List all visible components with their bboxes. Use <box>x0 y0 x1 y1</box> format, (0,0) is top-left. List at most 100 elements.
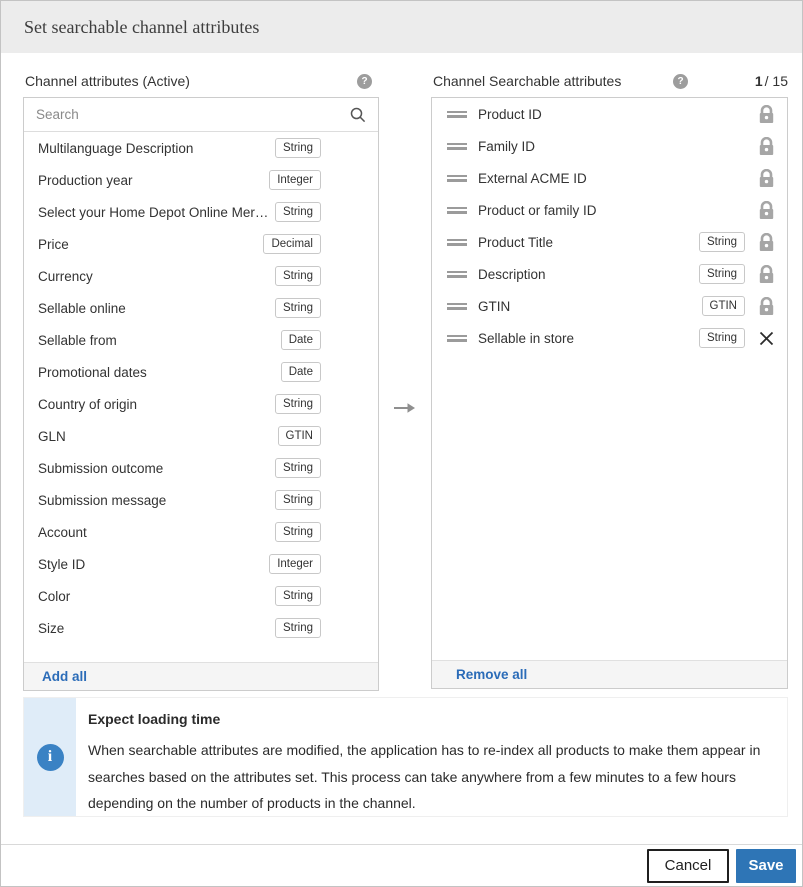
type-badge: String <box>699 232 745 252</box>
drag-handle-icon[interactable] <box>447 269 467 280</box>
search-icon[interactable] <box>350 107 366 123</box>
attribute-label: Currency <box>38 269 275 284</box>
lock-icon <box>757 297 775 316</box>
drag-handle-icon[interactable] <box>447 173 467 184</box>
info-icon-column: i <box>24 698 76 816</box>
drag-handle-icon[interactable] <box>447 301 467 312</box>
attribute-row[interactable]: Sellable fromDate <box>24 324 378 356</box>
attribute-label: Price <box>38 237 263 252</box>
help-icon[interactable]: ? <box>357 74 372 89</box>
attribute-row[interactable]: Multilanguage DescriptionString <box>24 132 378 164</box>
lock-icon <box>757 265 775 284</box>
drag-handle-icon[interactable] <box>447 333 467 344</box>
dialog-title: Set searchable channel attributes <box>24 17 259 38</box>
type-badge: String <box>275 394 321 414</box>
info-body: When searchable attributes are modified,… <box>88 737 767 817</box>
type-badge: String <box>275 458 321 478</box>
searchable-attribute-row[interactable]: Family ID <box>432 130 787 162</box>
attribute-label: External ACME ID <box>478 171 757 186</box>
attribute-list: Multilanguage DescriptionStringProductio… <box>24 132 378 662</box>
type-badge: String <box>275 522 321 542</box>
attribute-label: Size <box>38 621 275 636</box>
type-badge: Decimal <box>263 234 321 254</box>
searchable-attribute-row[interactable]: Product TitleString <box>432 226 787 258</box>
attribute-label: GTIN <box>478 299 702 314</box>
attribute-label: GLN <box>38 429 278 444</box>
selection-counter: 1/ 15 <box>741 73 788 89</box>
attribute-row[interactable]: ColorString <box>24 580 378 612</box>
attribute-label: Submission outcome <box>38 461 275 476</box>
left-panel-footer: Add all <box>24 662 378 690</box>
type-badge: String <box>275 138 321 158</box>
searchable-attribute-row[interactable]: GTINGTIN <box>432 290 787 322</box>
attribute-label: Multilanguage Description <box>38 141 275 156</box>
attribute-row[interactable]: Promotional datesDate <box>24 356 378 388</box>
right-panel-footer: Remove all <box>432 660 787 688</box>
attribute-label: Sellable in store <box>478 331 699 346</box>
drag-handle-icon[interactable] <box>447 141 467 152</box>
attribute-row[interactable]: Style IDInteger <box>24 548 378 580</box>
cancel-button[interactable]: Cancel <box>647 849 729 883</box>
attribute-row[interactable]: GLNGTIN <box>24 420 378 452</box>
attribute-row[interactable]: Production yearInteger <box>24 164 378 196</box>
left-panel-label: Channel attributes (Active) <box>25 73 190 89</box>
attribute-label: Sellable online <box>38 301 275 316</box>
attribute-label: Style ID <box>38 557 269 572</box>
attribute-row[interactable]: Submission outcomeString <box>24 452 378 484</box>
attribute-label: Sellable from <box>38 333 281 348</box>
search-input[interactable] <box>36 107 350 122</box>
drag-handle-icon[interactable] <box>447 109 467 120</box>
attribute-label: Product or family ID <box>478 203 757 218</box>
right-panel-label: Channel Searchable attributes <box>433 73 621 89</box>
set-searchable-attributes-dialog: Set searchable channel attributes Channe… <box>0 0 803 887</box>
lock-icon <box>757 137 775 156</box>
dialog-header: Set searchable channel attributes <box>1 1 802 53</box>
type-badge: Integer <box>269 170 321 190</box>
searchable-attribute-row[interactable]: External ACME ID <box>432 162 787 194</box>
drag-handle-icon[interactable] <box>447 237 467 248</box>
info-title: Expect loading time <box>88 711 767 727</box>
attribute-label: Product ID <box>478 107 757 122</box>
searchable-attribute-row[interactable]: Product or family ID <box>432 194 787 226</box>
attribute-row[interactable]: CurrencyString <box>24 260 378 292</box>
attribute-label: Description <box>478 267 699 282</box>
type-badge: String <box>275 298 321 318</box>
add-all-button[interactable]: Add all <box>42 669 87 684</box>
searchable-attribute-list: Product ID Family ID External ACME ID Produ… <box>432 98 787 660</box>
type-badge: GTIN <box>278 426 321 446</box>
type-badge: GTIN <box>702 296 745 316</box>
attribute-row[interactable]: PriceDecimal <box>24 228 378 260</box>
attribute-row[interactable]: Country of originString <box>24 388 378 420</box>
type-badge: String <box>699 264 745 284</box>
info-content: Expect loading time When searchable attr… <box>76 698 787 816</box>
counter-current: 1 <box>755 73 763 89</box>
attribute-label: Product Title <box>478 235 699 250</box>
lock-icon <box>757 201 775 220</box>
attribute-row[interactable]: SizeString <box>24 612 378 644</box>
attribute-label: Submission message <box>38 493 275 508</box>
type-badge: String <box>275 202 321 222</box>
searchable-attribute-row[interactable]: Product ID <box>432 98 787 130</box>
attribute-row[interactable]: Submission messageString <box>24 484 378 516</box>
drag-handle-icon[interactable] <box>447 205 467 216</box>
type-badge: String <box>275 618 321 638</box>
remove-all-button[interactable]: Remove all <box>456 667 527 682</box>
attribute-row[interactable]: Sellable onlineString <box>24 292 378 324</box>
save-button[interactable]: Save <box>736 849 796 883</box>
lock-icon <box>757 105 775 124</box>
attribute-label: Family ID <box>478 139 757 154</box>
type-badge: Date <box>281 362 321 382</box>
attribute-label: Color <box>38 589 275 604</box>
type-badge: String <box>275 490 321 510</box>
attribute-label: Promotional dates <box>38 365 281 380</box>
info-callout: i Expect loading time When searchable at… <box>23 697 788 817</box>
search-bar <box>24 98 378 132</box>
attribute-row[interactable]: AccountString <box>24 516 378 548</box>
help-icon[interactable]: ? <box>673 74 688 89</box>
info-icon: i <box>37 744 64 771</box>
type-badge: String <box>699 328 745 348</box>
searchable-attribute-row[interactable]: Sellable in storeString <box>432 322 787 354</box>
remove-icon[interactable] <box>757 331 775 346</box>
attribute-row[interactable]: Select your Home Depot Online Merchandis… <box>24 196 378 228</box>
searchable-attribute-row[interactable]: DescriptionString <box>432 258 787 290</box>
